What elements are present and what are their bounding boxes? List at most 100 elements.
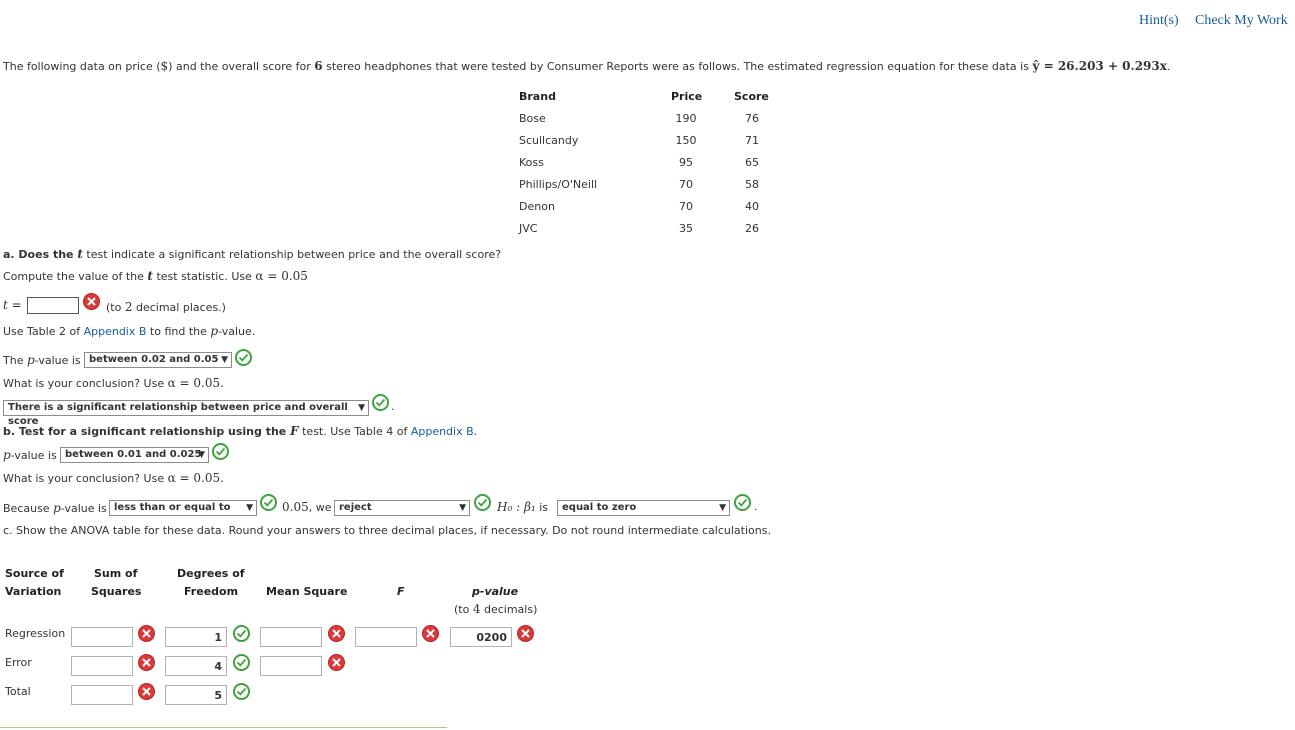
t-note-post: decimal places.) [132,301,226,314]
table-cell-brand: Koss [519,156,544,169]
anova-row-source: Error [5,656,32,669]
table-cell-price: 70 [679,178,693,191]
table-cell-price: 35 [679,222,693,235]
correct-icon [233,683,250,700]
chevron-down-icon: ▼ [198,450,205,460]
intro-n: 6 [314,59,323,73]
table-cell-price: 95 [679,156,693,169]
regression-pvalue-input[interactable]: 0200 [450,627,512,647]
t-conclusion-select[interactable]: There is a significant relationship betw… [3,400,369,427]
anova-header-ss-2: Squares [91,585,142,598]
because-post: -value is [60,502,107,515]
alpha-we-text: 0.05, we [282,500,331,514]
anova-header-df-1: Degrees of [177,567,245,580]
t-pvalue-select[interactable]: between 0.02 and 0.05 ▼ [84,352,232,368]
f-pval-var: p [3,448,11,462]
alpha-value: 0.05 [282,500,309,514]
regression-f-input[interactable] [355,627,417,647]
col-header-score: Score [734,90,769,103]
incorrect-icon [328,625,345,642]
h0-period: . [754,500,758,513]
intro-text: The following data on price ($) and the … [3,59,1170,73]
col-header-price: Price [671,90,703,103]
we-text: , we [308,501,332,514]
appendix-b-link[interactable]: Appendix B [411,425,474,438]
pnote-pre: (to [454,603,473,616]
conclusion-question-b: What is your conclusion? Use α = 0.05. [3,471,224,485]
chevron-down-icon: ▼ [459,503,466,513]
regression-df-input[interactable]: 1 [165,627,227,647]
compute-alpha: α = 0.05 [255,269,308,283]
comparison-select[interactable]: less than or equal to ▼ [109,500,257,516]
t-label: t = [3,298,22,312]
hints-link[interactable]: Hint(s) [1139,13,1179,29]
compute-t-text: Compute the value of the t test statisti… [3,269,308,283]
conc-a-text: What is your conclusion? Use [3,377,168,390]
part-a-prefix: a. Does the [3,248,78,261]
conc-b-alpha: α = 0.05. [167,471,224,485]
h0-select[interactable]: equal to zero ▼ [557,500,730,516]
table-cell-score: 71 [745,134,759,147]
correct-icon [235,349,252,366]
pval-var: p [26,353,35,367]
conc-b-text: What is your conclusion? Use [3,472,168,485]
comparison-select-value: less than or equal to [114,502,231,513]
table-cell-brand: Denon [519,200,555,213]
intro-part1: The following data on price ( [3,60,161,73]
chevron-down-icon: ▼ [221,355,228,365]
regression-equation: ŷ = 26.203 + 0.293x [1032,59,1167,73]
table-cell-price: 190 [675,112,697,125]
part-b-prefix: b. Test for a significant relationship u… [3,425,291,438]
conclusion-question-a: What is your conclusion? Use α = 0.05. [3,376,224,390]
table-cell-brand: Scullcandy [519,134,579,147]
col-header-brand: Brand [519,90,556,103]
table2-var: p [210,324,219,338]
anova-row-source: Regression [5,627,66,640]
because-label: Because p-value is [3,501,107,515]
error-ms-input[interactable] [260,656,322,676]
table-cell-score: 65 [745,156,759,169]
anova-row-source: Total [5,685,31,698]
chevron-down-icon: ▼ [719,503,726,513]
table-cell-score: 40 [745,200,759,213]
part-b-mid: test. Use Table 4 of [298,425,411,438]
conclusion-period: . [391,400,395,413]
t-note-pre: (to [106,301,125,314]
regression-ms-input[interactable] [260,627,322,647]
check-my-work-link[interactable]: Check My Work [1195,13,1288,29]
appendix-b-link[interactable]: Appendix B [84,325,147,338]
table-cell-brand: JVC [519,222,538,235]
chevron-down-icon: ▼ [358,403,365,413]
error-df-input[interactable]: 4 [165,656,227,676]
error-ss-input[interactable] [71,656,133,676]
chevron-down-icon: ▼ [246,503,253,513]
table-cell-score: 58 [745,178,759,191]
regression-ss-input[interactable] [71,627,133,647]
anova-pvalue-note: (to 4 decimals) [454,602,537,616]
decision-select[interactable]: reject ▼ [334,500,470,516]
t-stat-input[interactable] [27,297,79,314]
incorrect-icon [517,625,534,642]
t-pvalue-select-value: between 0.02 and 0.05 [89,354,219,365]
table2-post: -value. [218,325,256,338]
compute-mid: test statistic. Use [152,270,256,283]
h0-hypothesis: H₀ : β₁ [497,500,536,514]
p-value-label: The p-value is [3,353,81,367]
table-cell-price: 150 [675,134,697,147]
use-table-2-text: Use Table 2 of Appendix B to find the p-… [3,324,255,338]
part-a-question: a. Does the t test indicate a significan… [3,247,501,261]
f-pvalue-label: p-value is [3,448,57,462]
anova-header-f: F [397,585,405,598]
f-pvalue-select[interactable]: between 0.01 and 0.025 ▼ [60,447,209,463]
divider-line [0,727,447,728]
intro-end: . [1166,60,1171,73]
incorrect-icon [138,625,155,642]
f-pval-post: -value is [10,449,57,462]
correct-icon [474,494,491,511]
anova-header-source-1: Source of [5,567,64,580]
total-ss-input[interactable] [71,685,133,705]
incorrect-icon [422,625,439,642]
table-cell-brand: Bose [519,112,546,125]
total-df-input[interactable]: 5 [165,685,227,705]
pval-pre: The [3,354,27,367]
